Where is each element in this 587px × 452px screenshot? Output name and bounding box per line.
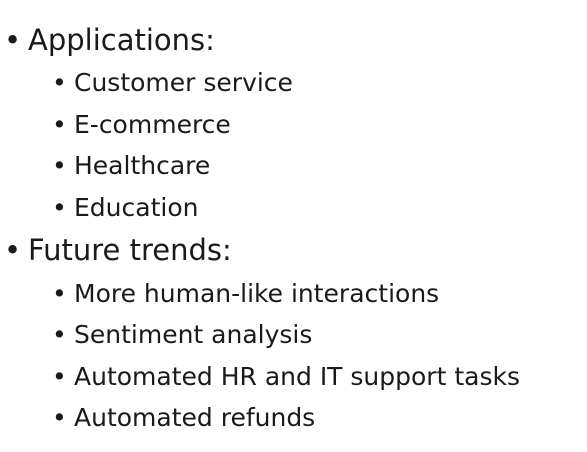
list-item-text: E-commerce — [74, 110, 231, 139]
slide-content: • Applications: • Customer service • E-c… — [0, 0, 587, 452]
list-item-text: Automated refunds — [74, 403, 316, 432]
bullet-icon: • — [52, 110, 67, 139]
section-heading-text: Future trends: — [28, 233, 232, 267]
list-item-text: More human-like interactions — [74, 279, 440, 308]
bullet-icon: • — [52, 320, 67, 349]
list-item-text: Education — [74, 193, 199, 222]
list-item-text: Healthcare — [74, 151, 211, 180]
list-item-text: Customer service — [74, 68, 293, 97]
list-item-text: Sentiment analysis — [74, 320, 313, 349]
bullet-icon: • — [4, 233, 22, 267]
list-item-text: Automated HR and IT support tasks — [74, 362, 520, 391]
bullet-icon: • — [52, 403, 67, 432]
bullet-icon: • — [4, 23, 22, 57]
bullet-icon: • — [52, 68, 67, 97]
bullet-icon: • — [52, 193, 67, 222]
section-heading-text: Applications: — [28, 23, 215, 57]
bullet-icon: • — [52, 151, 67, 180]
bullet-icon: • — [52, 362, 67, 391]
bullet-icon: • — [52, 279, 67, 308]
